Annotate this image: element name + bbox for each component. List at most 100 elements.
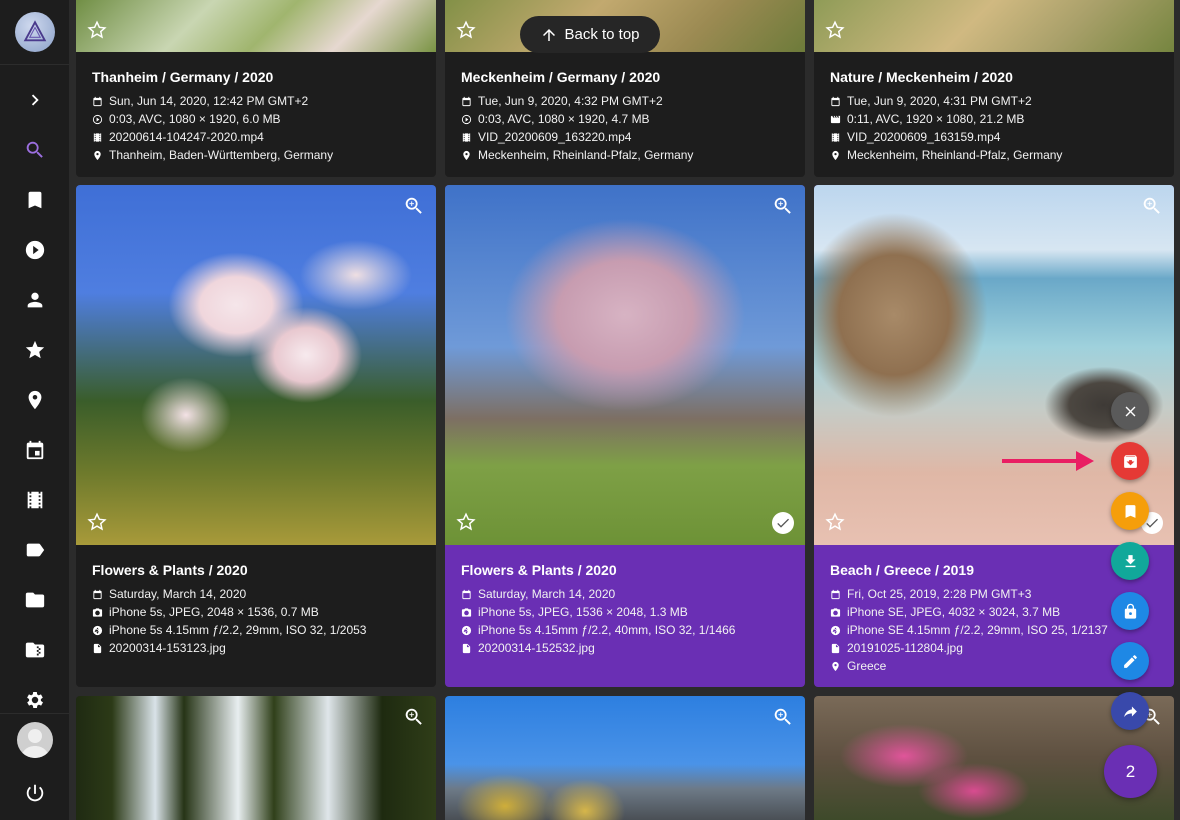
avatar[interactable] xyxy=(17,722,53,758)
edit-button[interactable] xyxy=(1111,642,1149,680)
library-icon xyxy=(25,642,44,658)
favorite-star-icon[interactable] xyxy=(86,19,108,41)
selection-count-button[interactable]: 2 xyxy=(1104,745,1157,798)
sidebar-item-folders[interactable] xyxy=(0,580,69,620)
app-logo[interactable] xyxy=(15,12,55,52)
person-icon xyxy=(27,292,42,308)
card-title: Flowers & Plants / 2020 xyxy=(461,562,617,578)
add-to-album-button[interactable] xyxy=(1111,492,1149,530)
sidebar-item-logout[interactable] xyxy=(0,773,69,813)
calendar-icon xyxy=(26,440,43,460)
photo-thumbnail[interactable] xyxy=(445,696,805,820)
card-camera: iPhone 5s, JPEG, 2048 × 1536, 0.7 MB xyxy=(92,603,366,621)
card-camera: iPhone SE, JPEG, 4032 × 3024, 3.7 MB xyxy=(830,603,1108,621)
calendar-icon xyxy=(93,96,102,106)
location-pin-icon xyxy=(28,390,41,410)
photo-thumbnail[interactable] xyxy=(76,0,436,52)
sidebar-item-search[interactable] xyxy=(0,130,69,170)
sidebar-item-videos[interactable] xyxy=(0,230,69,270)
power-icon xyxy=(26,784,43,802)
photo-thumbnail[interactable] xyxy=(814,185,1174,545)
clear-selection-button[interactable] xyxy=(1111,392,1149,430)
zoom-icon[interactable] xyxy=(772,706,794,728)
bookmark-icon xyxy=(28,191,41,209)
photo-card[interactable] xyxy=(445,696,805,820)
card-date: Sun, Jun 14, 2020, 12:42 PM GMT+2 xyxy=(92,92,333,110)
sidebar-item-places[interactable] xyxy=(0,380,69,420)
favorite-star-icon[interactable] xyxy=(455,511,477,533)
card-camera: iPhone 5s, JPEG, 1536 × 2048, 1.3 MB xyxy=(461,603,735,621)
photo-card[interactable]: Thanheim / Germany / 2020 Sun, Jun 14, 2… xyxy=(76,0,436,177)
calendar-icon xyxy=(462,589,471,599)
file-icon xyxy=(462,643,471,653)
sidebar-item-albums[interactable] xyxy=(0,180,69,220)
card-filename: 20191025-112804.jpg xyxy=(830,639,1108,657)
triangle-logo-icon xyxy=(23,20,47,42)
zoom-icon[interactable] xyxy=(1141,195,1163,217)
archive-button[interactable] xyxy=(1111,442,1149,480)
card-lens: iPhone SE 4.15mm ƒ/2.2, 29mm, ISO 25, 1/… xyxy=(830,621,1108,639)
download-button[interactable] xyxy=(1111,542,1149,580)
sidebar-item-favorites[interactable] xyxy=(0,330,69,370)
private-button[interactable] xyxy=(1111,592,1149,630)
photo-card[interactable]: Flowers & Plants / 2020 Saturday, March … xyxy=(76,185,436,687)
card-filename: 20200314-153123.jpg xyxy=(92,639,366,657)
sidebar-item-library[interactable] xyxy=(0,630,69,670)
sidebar xyxy=(0,0,69,820)
sidebar-item-labels[interactable] xyxy=(0,530,69,570)
film-icon xyxy=(27,491,42,509)
card-date: Tue, Jun 9, 2020, 4:31 PM GMT+2 xyxy=(830,92,1062,110)
favorite-star-icon[interactable] xyxy=(824,511,846,533)
camera-icon xyxy=(830,607,841,617)
share-arrow-icon xyxy=(1123,706,1137,717)
sidebar-item-calendar[interactable] xyxy=(0,430,69,470)
favorite-star-icon[interactable] xyxy=(86,511,108,533)
back-to-top-button[interactable]: Back to top xyxy=(520,16,660,53)
card-location: Meckenheim, Rheinland-Pfalz, Germany xyxy=(461,146,693,164)
zoom-icon[interactable] xyxy=(772,195,794,217)
back-to-top-label: Back to top xyxy=(564,26,640,43)
zoom-icon[interactable] xyxy=(403,195,425,217)
card-date: Saturday, March 14, 2020 xyxy=(92,585,366,603)
calendar-icon xyxy=(93,589,102,599)
sidebar-item-moments[interactable] xyxy=(0,480,69,520)
favorite-star-icon[interactable] xyxy=(824,19,846,41)
photo-card[interactable]: Nature / Meckenheim / 2020 Tue, Jun 9, 2… xyxy=(814,0,1174,177)
gear-icon xyxy=(26,692,43,708)
aperture-icon xyxy=(830,625,841,635)
favorite-star-icon[interactable] xyxy=(455,19,477,41)
play-circle-icon xyxy=(92,114,103,124)
location-pin-icon xyxy=(94,150,101,160)
film-icon xyxy=(831,132,840,142)
close-icon xyxy=(1125,406,1135,416)
movie-icon xyxy=(830,115,841,123)
card-lens: iPhone 5s 4.15mm ƒ/2.2, 29mm, ISO 32, 1/… xyxy=(92,621,366,639)
lock-icon xyxy=(1124,603,1136,619)
sidebar-item-settings[interactable] xyxy=(0,680,69,720)
photo-thumbnail[interactable] xyxy=(814,0,1174,52)
card-date: Saturday, March 14, 2020 xyxy=(461,585,735,603)
sidebar-expand-button[interactable] xyxy=(0,80,69,120)
photo-thumbnail[interactable] xyxy=(76,696,436,820)
card-video-info: 0:11, AVC, 1920 × 1080, 21.2 MB xyxy=(830,110,1062,128)
photo-thumbnail[interactable] xyxy=(76,185,436,545)
photo-card[interactable]: Flowers & Plants / 2020 Saturday, March … xyxy=(445,185,805,687)
chevron-right-icon xyxy=(31,94,39,106)
zoom-icon[interactable] xyxy=(403,706,425,728)
card-location: Meckenheim, Rheinland-Pfalz, Germany xyxy=(830,146,1062,164)
card-location: Thanheim, Baden-Württemberg, Germany xyxy=(92,146,333,164)
photo-thumbnail[interactable] xyxy=(445,185,805,545)
share-button[interactable] xyxy=(1111,692,1149,730)
sidebar-item-people[interactable] xyxy=(0,280,69,320)
card-date: Fri, Oct 25, 2019, 2:28 PM GMT+3 xyxy=(830,585,1108,603)
play-circle-icon xyxy=(25,240,44,260)
card-lens: iPhone 5s 4.15mm ƒ/2.2, 40mm, ISO 32, 1/… xyxy=(461,621,735,639)
card-filename: VID_20200609_163220.mp4 xyxy=(461,128,693,146)
selected-check-icon[interactable] xyxy=(772,512,794,534)
card-title: Thanheim / Germany / 2020 xyxy=(92,69,274,85)
photo-card[interactable] xyxy=(76,696,436,820)
file-icon xyxy=(93,643,102,653)
card-title: Nature / Meckenheim / 2020 xyxy=(830,69,1013,85)
card-title: Beach / Greece / 2019 xyxy=(830,562,974,578)
calendar-icon xyxy=(831,96,840,106)
